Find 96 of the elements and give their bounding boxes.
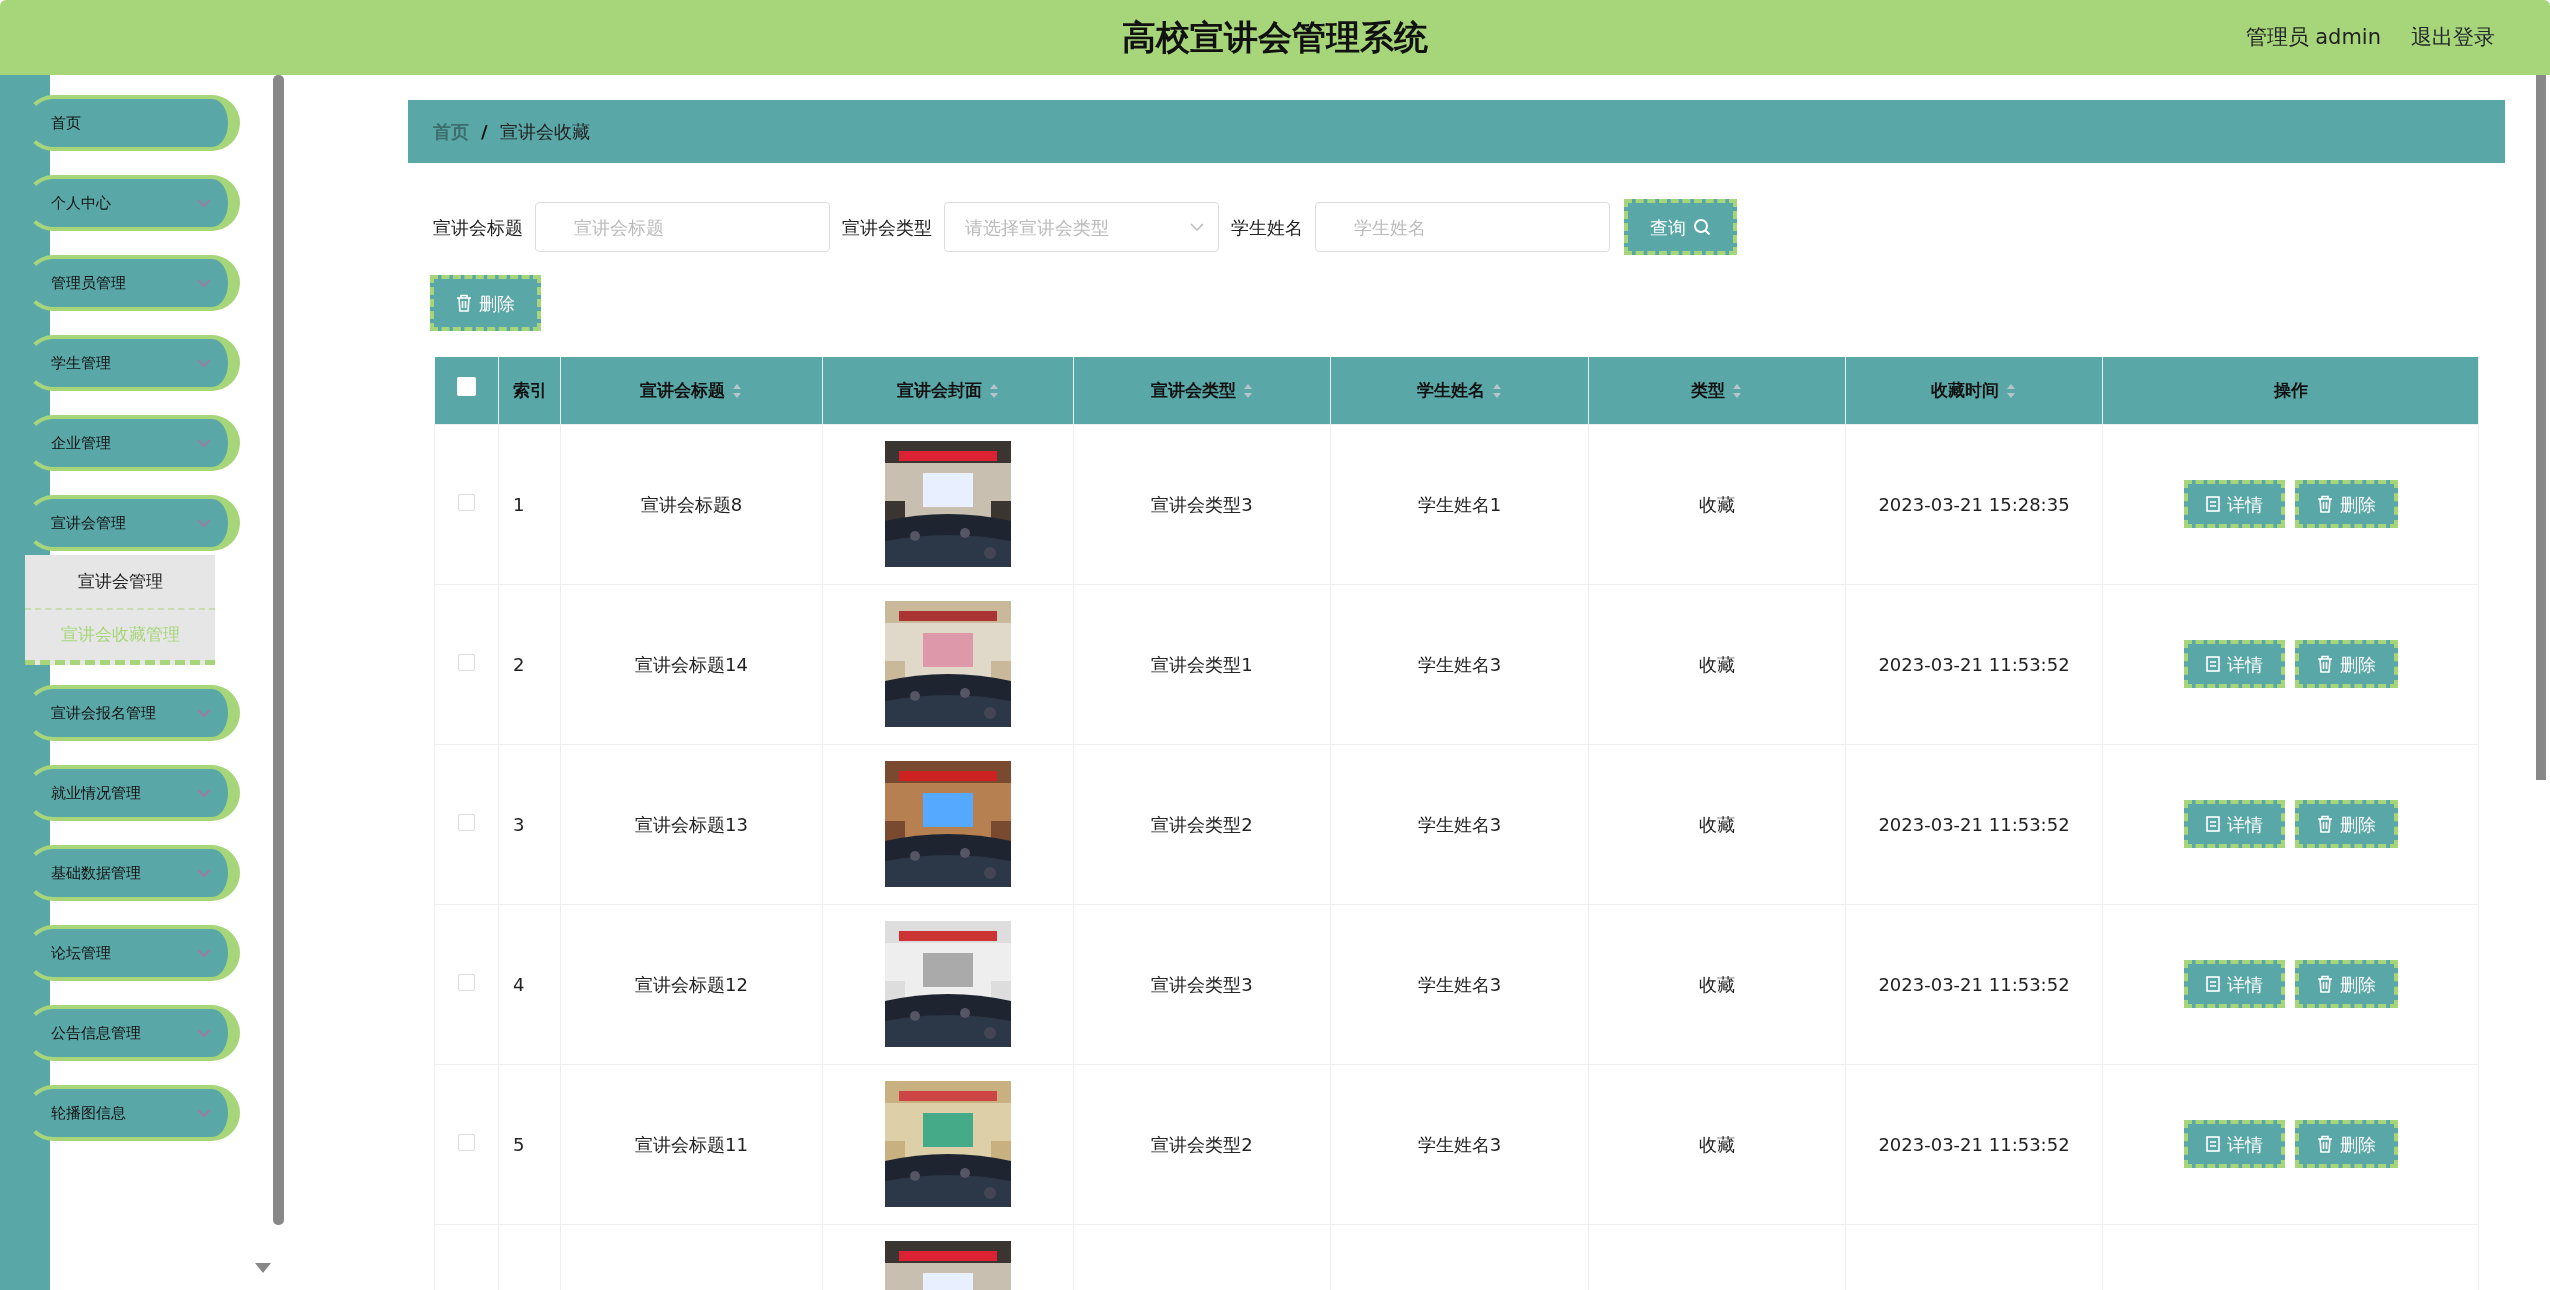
select-field[interactable]: 请选择宣讲会类型 bbox=[944, 202, 1219, 252]
table-cell: 宣讲会类型3 bbox=[1151, 973, 1253, 995]
column-header: 操作 bbox=[2273, 379, 2308, 400]
document-icon bbox=[2205, 496, 2220, 512]
chevron-down-icon bbox=[196, 1028, 212, 1038]
checkbox[interactable] bbox=[458, 973, 475, 991]
table-cell: 收藏 bbox=[1699, 493, 1735, 515]
delete-button[interactable]: 删除 bbox=[2294, 480, 2398, 528]
table-cell: 宣讲会类型2 bbox=[1151, 1133, 1253, 1155]
details-button[interactable]: 详情 bbox=[2183, 1120, 2285, 1168]
table-cell: 宣讲会标题11 bbox=[635, 1133, 748, 1155]
table-cell: 宣讲会类型1 bbox=[1151, 653, 1253, 675]
document-icon bbox=[2205, 976, 2220, 992]
table-cell: 宣讲会标题14 bbox=[635, 653, 748, 675]
table-cell: 宣讲会类型2 bbox=[1151, 813, 1253, 835]
table-cell: 宣讲会标题12 bbox=[635, 973, 748, 995]
chevron-down-icon bbox=[196, 788, 212, 798]
chevron-down-icon bbox=[196, 868, 212, 878]
chevron-down-icon bbox=[196, 278, 212, 288]
table-cell: 学生姓名3 bbox=[1417, 653, 1502, 675]
table-cell: 2023-03-21 11:53:52 bbox=[1878, 1133, 2070, 1155]
table-cell: 收藏 bbox=[1699, 653, 1735, 675]
table-cell: 2023-03-21 15:28:35 bbox=[1878, 493, 2070, 515]
column-header: 索引 bbox=[512, 379, 547, 400]
table-cell: 宣讲会标题13 bbox=[635, 813, 748, 835]
checkbox[interactable] bbox=[458, 493, 475, 511]
trash-icon bbox=[2316, 655, 2333, 673]
submenu-item[interactable]: 宣讲会管理 bbox=[25, 555, 215, 610]
delete-button[interactable]: 删除 bbox=[2294, 640, 2398, 688]
column-header: 类型 bbox=[1691, 379, 1725, 400]
document-icon bbox=[2205, 656, 2220, 672]
breadcrumb-current: 宣讲会收藏 bbox=[499, 120, 590, 144]
table-cell: 学生姓名3 bbox=[1417, 1133, 1502, 1155]
input-field[interactable]: 宣讲会标题 bbox=[535, 202, 830, 252]
table-cell: 宣讲会类型3 bbox=[1151, 493, 1253, 515]
filter-label: 学生姓名 bbox=[1231, 215, 1303, 240]
index-cell: 5 bbox=[513, 1133, 525, 1155]
checkbox[interactable] bbox=[458, 653, 475, 671]
chevron-down-icon bbox=[1190, 223, 1204, 231]
scrollbar[interactable] bbox=[273, 75, 284, 1225]
chevron-down-icon bbox=[196, 948, 212, 958]
table-cell: 收藏 bbox=[1699, 813, 1735, 835]
chevron-down-icon bbox=[196, 438, 212, 448]
table-cell: 学生姓名3 bbox=[1417, 973, 1502, 995]
checkbox[interactable] bbox=[458, 813, 475, 831]
table-cell: 宣讲会标题8 bbox=[640, 493, 743, 515]
details-button[interactable]: 详情 bbox=[2183, 640, 2285, 688]
trash-icon bbox=[2316, 815, 2333, 833]
details-button[interactable]: 详情 bbox=[2183, 960, 2285, 1008]
index-cell: 2 bbox=[513, 653, 525, 675]
chevron-down-icon bbox=[196, 358, 212, 368]
filter-label: 宣讲会类型 bbox=[842, 215, 932, 240]
trash-icon bbox=[2316, 975, 2333, 993]
chevron-down-icon bbox=[196, 198, 212, 208]
index-cell: 4 bbox=[513, 973, 525, 995]
table-cell: 2023-03-21 11:53:52 bbox=[1878, 653, 2070, 675]
delete-button[interactable]: 删除 bbox=[2294, 960, 2398, 1008]
table-cell: 学生姓名1 bbox=[1417, 493, 1502, 515]
delete-button[interactable]: 删除 bbox=[430, 275, 541, 331]
column-header: 宣讲会类型 bbox=[1150, 379, 1236, 400]
chevron-down-icon bbox=[196, 708, 212, 718]
column-header: 宣讲会封面 bbox=[896, 379, 982, 400]
details-button[interactable]: 详情 bbox=[2183, 480, 2285, 528]
delete-button[interactable]: 删除 bbox=[2294, 800, 2398, 848]
table-cell: 2023-03-21 11:53:52 bbox=[1878, 813, 2070, 835]
index-cell: 3 bbox=[513, 813, 525, 835]
delete-button[interactable]: 删除 bbox=[2294, 1120, 2398, 1168]
table-cell: 2023-03-21 11:53:52 bbox=[1878, 973, 2070, 995]
index-cell: 1 bbox=[513, 493, 525, 515]
checkbox[interactable] bbox=[458, 1133, 475, 1151]
app-title: 高校宣讲会管理系统 bbox=[1122, 16, 1428, 59]
search-icon bbox=[1693, 218, 1711, 236]
table-cell: 收藏 bbox=[1699, 1133, 1735, 1155]
checkbox[interactable] bbox=[456, 377, 476, 396]
column-header: 收藏时间 bbox=[1931, 379, 1999, 400]
chevron-down-icon bbox=[196, 518, 212, 528]
trash-icon bbox=[2316, 495, 2333, 513]
document-icon bbox=[2205, 816, 2220, 832]
scroll-down-icon[interactable] bbox=[255, 1263, 271, 1273]
details-button[interactable]: 详情 bbox=[2183, 800, 2285, 848]
trash-icon bbox=[2316, 1135, 2333, 1153]
table-cell: 收藏 bbox=[1699, 973, 1735, 995]
chevron-down-icon bbox=[196, 1108, 212, 1118]
breadcrumb-link[interactable]: 首页 bbox=[433, 118, 469, 145]
input-field[interactable]: 学生姓名 bbox=[1315, 202, 1610, 252]
search-button[interactable]: 查询 bbox=[1624, 199, 1737, 255]
user-label: 管理员 admin bbox=[2245, 24, 2381, 51]
breadcrumb-separator: / bbox=[481, 120, 488, 144]
trash-icon bbox=[456, 294, 472, 312]
logout-link[interactable]: 退出登录 bbox=[2411, 22, 2495, 54]
table-cell: 学生姓名3 bbox=[1417, 813, 1502, 835]
filter-label: 宣讲会标题 bbox=[433, 215, 523, 240]
column-header: 宣讲会标题 bbox=[640, 379, 725, 400]
document-icon bbox=[2205, 1136, 2220, 1152]
column-header: 学生姓名 bbox=[1416, 379, 1485, 400]
scrollbar[interactable] bbox=[2536, 75, 2546, 780]
